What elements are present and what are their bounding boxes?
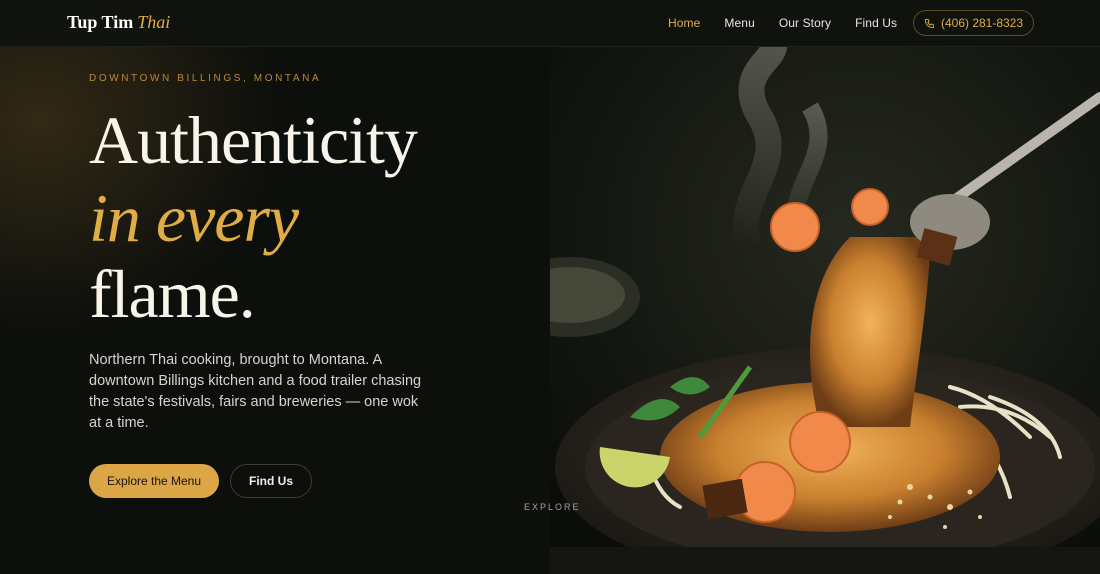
hero-headline-line3: flame. (89, 256, 256, 332)
page: Tup Tim Thai Home Menu Our Story Find Us … (0, 0, 1100, 574)
nav-item-menu[interactable]: Menu (724, 16, 754, 30)
site-header: Tup Tim Thai Home Menu Our Story Find Us … (0, 0, 1100, 47)
nav-item-find-us[interactable]: Find Us (855, 16, 897, 30)
hero-headline-line2: in every (89, 180, 299, 256)
brand-logo[interactable]: Tup Tim Thai (67, 12, 170, 33)
phone-icon (924, 18, 935, 28)
find-us-button[interactable]: Find Us (230, 464, 312, 498)
explore-menu-button[interactable]: Explore the Menu (89, 464, 219, 498)
phone-number: (406) 281-8323 (940, 16, 1024, 30)
nav-item-our-story[interactable]: Our Story (779, 16, 831, 30)
hero-headline-line1: Authenticity (89, 102, 418, 178)
brand-accent: Thai (137, 12, 171, 32)
scroll-explore-label[interactable]: EXPLORE (524, 502, 581, 512)
hero-eyebrow: DOWNTOWN BILLINGS, MONTANA (89, 73, 322, 84)
hero-description: Northern Thai cooking, brought to Montan… (89, 352, 422, 431)
brand-name: Tup Tim (67, 12, 134, 32)
phone-button[interactable]: (406) 281-8323 (913, 10, 1034, 36)
main-nav: Home Menu Our Story Find Us (668, 16, 921, 30)
nav-item-home[interactable]: Home (668, 16, 700, 30)
hero-food-photo (550, 47, 1100, 574)
